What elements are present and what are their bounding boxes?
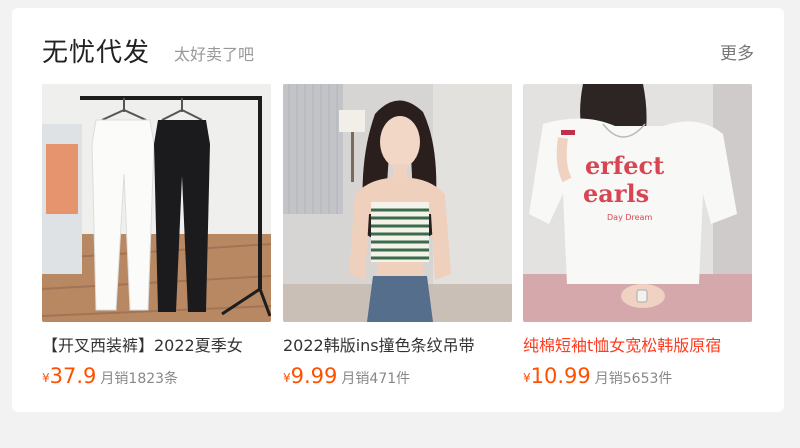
product-image[interactable]	[283, 84, 512, 322]
product-image[interactable]	[42, 84, 271, 322]
product-price: 9.99	[290, 364, 338, 388]
product-name[interactable]: 【开叉西装裤】2022夏季女	[42, 332, 271, 356]
product-card[interactable]: erfect earls Day Dream 纯棉短袖t恤女宽松韩版原宿 ¥10…	[523, 84, 752, 394]
more-link[interactable]: 更多	[720, 39, 754, 64]
monthly-sales: 月销5653件	[594, 371, 673, 387]
product-name[interactable]: 2022韩版ins撞色条纹吊带	[283, 332, 512, 356]
price-row: ¥10.99 月销5653件	[523, 364, 672, 392]
product-card[interactable]: 2022韩版ins撞色条纹吊带 ¥9.99 月销471件	[283, 84, 512, 394]
price-row: ¥37.9 月销1823条	[42, 364, 178, 392]
svg-text:Day Dream: Day Dream	[607, 213, 652, 222]
product-image[interactable]: erfect earls Day Dream	[523, 84, 752, 322]
svg-text:erfect: erfect	[585, 151, 664, 180]
monthly-sales: 月销1823条	[100, 371, 179, 387]
monthly-sales: 月销471件	[341, 371, 411, 387]
currency-symbol: ¥	[42, 371, 50, 385]
svg-text:earls: earls	[583, 179, 649, 208]
currency-symbol: ¥	[523, 371, 531, 385]
product-card[interactable]: 【开叉西装裤】2022夏季女 ¥37.9 月销1823条	[42, 84, 271, 394]
price-row: ¥9.99 月销471件	[283, 364, 410, 392]
recommendation-card: 无忧代发 太好卖了吧 更多 【开叉西装裤】2022夏季女 ¥37.9 月销182…	[12, 8, 784, 412]
product-list: 【开叉西装裤】2022夏季女 ¥37.9 月销1823条 2022韩版ins撞色…	[42, 84, 754, 394]
product-price: 37.9	[49, 364, 97, 388]
product-name[interactable]: 纯棉短袖t恤女宽松韩版原宿	[523, 332, 752, 356]
section-title: 无忧代发	[42, 38, 151, 68]
currency-symbol: ¥	[283, 371, 291, 385]
section-subtitle: 太好卖了吧	[174, 45, 255, 64]
product-price: 10.99	[530, 364, 591, 388]
section-header: 无忧代发 太好卖了吧 更多	[42, 32, 754, 72]
